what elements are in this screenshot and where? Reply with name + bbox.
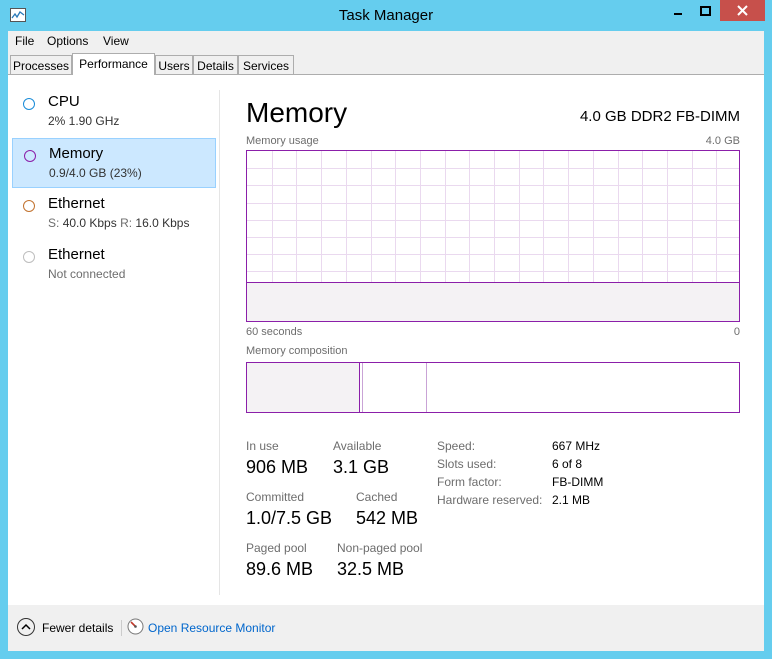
paged-pool-label: Paged pool — [246, 541, 307, 555]
memory-indicator-icon — [24, 150, 36, 162]
cpu-indicator-icon — [23, 98, 35, 110]
slots-used-key: Slots used: — [437, 457, 497, 471]
committed-label: Committed — [246, 490, 305, 504]
menu-view[interactable]: View — [103, 34, 129, 48]
tab-users[interactable]: Users — [155, 55, 193, 74]
memory-composition-bar — [246, 362, 740, 413]
menu-bar: File Options View — [8, 31, 764, 51]
resource-sidebar: CPU 2% 1.90 GHz Memory 0.9/4.0 GB (23%) … — [8, 75, 220, 605]
tab-strip: Processes Performance Users Details Serv… — [8, 53, 764, 76]
nonpaged-pool-label: Non-paged pool — [337, 541, 423, 555]
nonpaged-pool-value: 32.5 MB — [337, 559, 405, 579]
form-factor-value: FB-DIMM — [552, 475, 604, 489]
time-span-label: 60 seconds — [246, 326, 303, 338]
composition-standby[interactable] — [426, 363, 427, 412]
tab-performance[interactable]: Performance — [72, 53, 155, 75]
sidebar-item-ethernet[interactable]: Ethernet S: 40.0 Kbps R: 16.0 Kbps — [12, 189, 216, 239]
menu-options[interactable]: Options — [47, 34, 88, 48]
hardware-reserved-key: Hardware reserved: — [437, 493, 543, 507]
sidebar-item-cpu[interactable]: CPU 2% 1.90 GHz — [12, 87, 216, 137]
graph-zero-label: 0 — [733, 326, 740, 338]
composition-modified[interactable] — [362, 363, 363, 412]
client-area: File Options View Processes Performance … — [8, 31, 764, 651]
page-title: Memory — [246, 97, 348, 128]
in-use-value: 906 MB — [246, 457, 309, 477]
maximize-icon — [700, 5, 711, 16]
memory-usage-label: Memory usage — [246, 135, 319, 147]
footer-separator — [121, 620, 122, 636]
sidebar-item-detail: 2% 1.90 GHz — [48, 114, 120, 128]
form-factor-key: Form factor: — [437, 475, 502, 489]
receive-rate: 16.0 Kbps — [135, 216, 190, 230]
maximize-button[interactable] — [692, 0, 719, 21]
memory-model: 4.0 GB DDR2 FB-DIMM — [579, 108, 740, 125]
sidebar-item-label: Ethernet — [48, 195, 105, 212]
sidebar-item-memory[interactable]: Memory 0.9/4.0 GB (23%) — [12, 138, 216, 188]
available-value: 3.1 GB — [333, 457, 390, 477]
in-use-label: In use — [246, 439, 279, 453]
ethernet-indicator-icon — [23, 251, 35, 263]
sidebar-item-ethernet-2[interactable]: Ethernet Not connected — [12, 240, 216, 290]
fewer-details-link[interactable]: Fewer details — [42, 621, 113, 635]
speed-key: Speed: — [437, 439, 476, 453]
title-bar[interactable]: Task Manager — [0, 0, 772, 31]
tab-processes[interactable]: Processes — [10, 55, 72, 74]
task-manager-window: Task Manager File Options View Processes… — [0, 0, 772, 659]
sidebar-item-label: Memory — [49, 145, 104, 162]
memory-usage-graph — [246, 150, 740, 322]
minimize-button[interactable] — [665, 0, 691, 21]
composition-in-use[interactable] — [247, 363, 360, 412]
sidebar-item-label: Ethernet — [48, 246, 105, 263]
sidebar-item-detail: Not connected — [48, 267, 126, 281]
sidebar-item-label: CPU — [48, 93, 80, 110]
speed-value: 667 MHz — [552, 439, 601, 453]
sidebar-item-detail: 0.9/4.0 GB (23%) — [49, 166, 142, 180]
window-title: Task Manager — [338, 7, 434, 24]
paged-pool-value: 89.6 MB — [246, 559, 314, 579]
sidebar-divider — [219, 90, 220, 595]
slots-used-value: 6 of 8 — [552, 457, 583, 471]
receive-label: R: — [120, 216, 133, 230]
cached-value: 542 MB — [356, 508, 419, 528]
ethernet-indicator-icon — [23, 200, 35, 212]
footer-bar: Fewer details Open Resource Monitor — [8, 606, 764, 651]
memory-usage-fill — [247, 282, 739, 321]
open-resource-monitor-link[interactable]: Open Resource Monitor — [148, 621, 275, 635]
sidebar-item-detail: S: 40.0 Kbps R: 16.0 Kbps — [48, 216, 189, 230]
committed-value: 1.0/7.5 GB — [246, 508, 333, 528]
close-icon — [737, 5, 748, 16]
minimize-icon — [674, 12, 682, 15]
tab-details[interactable]: Details — [193, 55, 238, 74]
resource-monitor-icon[interactable] — [127, 618, 144, 635]
send-rate: 40.0 Kbps — [62, 216, 117, 230]
memory-detail-pane: Memory 4.0 GB DDR2 FB-DIMM Memory usage … — [246, 75, 746, 605]
chevron-up-icon — [21, 623, 31, 630]
memory-composition-label: Memory composition — [246, 345, 348, 357]
close-button[interactable] — [720, 0, 765, 21]
memory-usage-max: 4.0 GB — [705, 135, 740, 147]
performance-panel: CPU 2% 1.90 GHz Memory 0.9/4.0 GB (23%) … — [8, 74, 764, 605]
fewer-details-button[interactable] — [17, 618, 35, 636]
tab-services[interactable]: Services — [238, 55, 294, 74]
hardware-reserved-value: 2.1 MB — [552, 493, 591, 507]
menu-file[interactable]: File — [15, 34, 34, 48]
cached-label: Cached — [356, 490, 398, 504]
send-label: S: — [48, 216, 60, 230]
available-label: Available — [333, 439, 382, 453]
